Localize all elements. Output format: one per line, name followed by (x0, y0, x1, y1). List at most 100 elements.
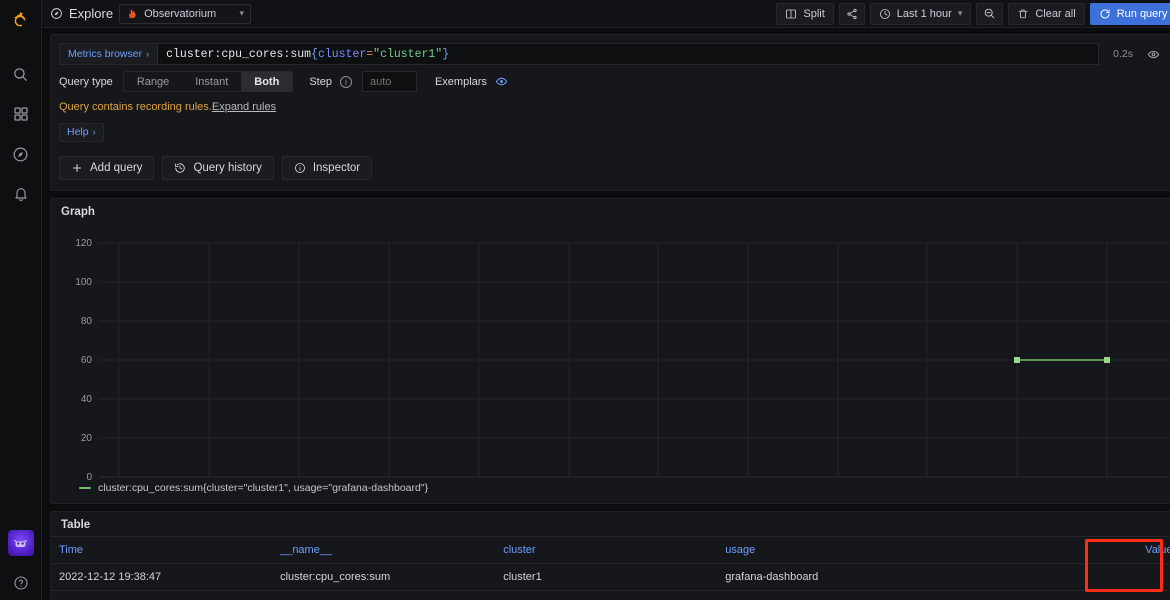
x-axis: 18:40 18:45 18:50 18:55 19:00 19:05 19:1… (118, 242, 1108, 477)
table-body: 2022-12-12 19:38:47 cluster:cpu_cores:su… (51, 563, 1170, 591)
sidebar-item-help[interactable] (0, 566, 42, 600)
svg-text:120: 120 (75, 238, 92, 249)
query-row: Metrics browser › cluster:cpu_cores:sum{… (59, 43, 1170, 65)
expand-rules-link[interactable]: Expand rules (212, 101, 276, 113)
query-token-brace-open: { (311, 47, 318, 61)
query-type-option-range[interactable]: Range (124, 72, 182, 91)
help-row: Help › (59, 122, 1170, 142)
history-icon (175, 162, 186, 173)
query-type-label: Query type (59, 75, 113, 88)
metrics-browser-label: Metrics browser (68, 48, 143, 60)
column-header-blank[interactable] (938, 535, 1086, 564)
svg-text:0: 0 (86, 472, 92, 480)
column-header-time[interactable]: Time (51, 535, 273, 564)
cell-name: cluster:cpu_cores:sum (272, 563, 496, 591)
sidebar-item-explore[interactable] (0, 134, 42, 174)
eye-icon (495, 77, 508, 86)
clock-icon (879, 8, 890, 19)
page-title-group: Explore (50, 6, 113, 21)
svg-text:80: 80 (81, 316, 93, 327)
clear-all-label: Clear all (1035, 7, 1076, 20)
topbar-actions: Split Last 1 hour ▾ Clear all Run query (776, 2, 1170, 25)
exemplars-toggle[interactable] (495, 75, 508, 88)
info-icon[interactable]: i (339, 75, 352, 88)
graph-plot[interactable]: 120 100 80 60 40 20 0 (61, 222, 1170, 480)
chevron-down-icon: ▾ (957, 8, 963, 18)
column-header-value-a[interactable]: Value #A (1085, 535, 1170, 564)
run-query-button[interactable]: Run query ▾ (1089, 2, 1170, 25)
table-header-row: Time __name__ cluster usage Value #A (51, 535, 1170, 564)
content-area: Metrics browser › cluster:cpu_cores:sum{… (42, 28, 1170, 600)
inspector-button[interactable]: Inspector (281, 155, 373, 180)
chevron-down-icon: ▾ (239, 8, 245, 18)
cell-time: 2022-12-12 19:38:47 (51, 563, 273, 591)
query-actions: Add query Query history Inspector (59, 155, 1170, 180)
svg-text:20: 20 (81, 433, 93, 444)
table-panel: Table Time __name__ cluster usage Value … (50, 510, 1170, 600)
cell-value-a: 60 (1085, 563, 1170, 591)
table-header: Time __name__ cluster usage Value #A (51, 535, 1170, 564)
graph-svg: 120 100 80 60 40 20 0 (75, 238, 1170, 480)
disable-query-button[interactable] (1141, 43, 1165, 65)
compass-icon (51, 8, 62, 19)
recording-rules-warning: Query contains recording rules.Expand ru… (59, 101, 1170, 113)
help-button[interactable]: Help › (59, 122, 104, 142)
query-editor-panel: Metrics browser › cluster:cpu_cores:sum{… (50, 34, 1170, 191)
cell-usage: grafana-dashboard (717, 563, 939, 591)
run-query-label: Run query (1116, 7, 1168, 20)
query-type-option-instant[interactable]: Instant (182, 72, 241, 91)
y-axis: 120 100 80 60 40 20 0 (75, 238, 1170, 480)
add-query-button[interactable]: Add query (59, 155, 155, 180)
plus-icon (73, 163, 81, 172)
graph-legend: cluster:cpu_cores:sum{cluster="cluster1"… (61, 482, 1170, 494)
legend-label[interactable]: cluster:cpu_cores:sum{cluster="cluster1"… (98, 482, 428, 494)
query-type-segmented-control: Range Instant Both (122, 71, 294, 92)
time-range-label: Last 1 hour (896, 7, 952, 20)
search-icon (14, 67, 27, 81)
chevron-right-icon: › (146, 49, 150, 59)
split-button[interactable]: Split (776, 2, 834, 25)
column-header-cluster[interactable]: cluster (495, 535, 718, 564)
metrics-browser-button[interactable]: Metrics browser › (59, 43, 158, 65)
nav-rail (0, 0, 42, 600)
sidebar-item-alerting[interactable] (0, 174, 42, 214)
clear-all-button[interactable]: Clear all (1008, 2, 1085, 25)
user-avatar-icon (14, 539, 27, 547)
column-header-usage[interactable]: usage (717, 535, 939, 564)
step-input[interactable] (361, 71, 417, 92)
share-button[interactable] (838, 2, 865, 25)
zoom-out-icon (985, 8, 995, 19)
step-label: Step (309, 75, 332, 88)
sidebar-item-dashboards[interactable] (0, 94, 42, 134)
svg-text:100: 100 (75, 277, 92, 288)
graph-panel: Graph 120 100 80 60 40 20 0 cluster:cpu_… (50, 197, 1170, 504)
inspector-label: Inspector (312, 161, 361, 174)
query-token-metric: cluster:cpu_cores:sum (166, 47, 312, 61)
avatar[interactable] (7, 530, 34, 556)
table-row[interactable]: 2022-12-12 19:38:47 cluster:cpu_cores:su… (51, 563, 1170, 591)
explore-page: Explore Observatorium ▾ Split Last 1 hou… (0, 0, 1170, 600)
column-header-name[interactable]: __name__ (272, 535, 496, 564)
bell-icon (14, 188, 27, 202)
query-token-value: "cluster1" (373, 47, 443, 61)
share-icon (847, 8, 857, 19)
time-range-picker[interactable]: Last 1 hour ▾ (869, 2, 972, 25)
main-area: Explore Observatorium ▾ Split Last 1 hou… (42, 0, 1170, 600)
grafana-logo[interactable] (0, 4, 42, 36)
query-duration: 0.2s (1113, 48, 1133, 60)
sidebar-item-search[interactable] (0, 54, 42, 94)
prometheus-icon (129, 8, 136, 18)
exemplars-label: Exemplars (434, 75, 487, 88)
cell-blank (938, 563, 1086, 591)
eye-icon (1147, 50, 1159, 58)
datasource-picker[interactable]: Observatorium ▾ (119, 3, 252, 24)
query-history-button[interactable]: Query history (162, 155, 274, 180)
page-title: Explore (69, 6, 114, 21)
remove-query-button[interactable] (1165, 43, 1170, 65)
table-panel-title: Table (61, 518, 91, 531)
split-label: Split (803, 7, 825, 20)
svg-text:60: 60 (81, 355, 93, 366)
query-input[interactable]: cluster:cpu_cores:sum{cluster = "cluster1"… (157, 43, 1100, 65)
query-type-option-both[interactable]: Both (241, 72, 293, 91)
zoom-out-button[interactable] (976, 2, 1004, 25)
